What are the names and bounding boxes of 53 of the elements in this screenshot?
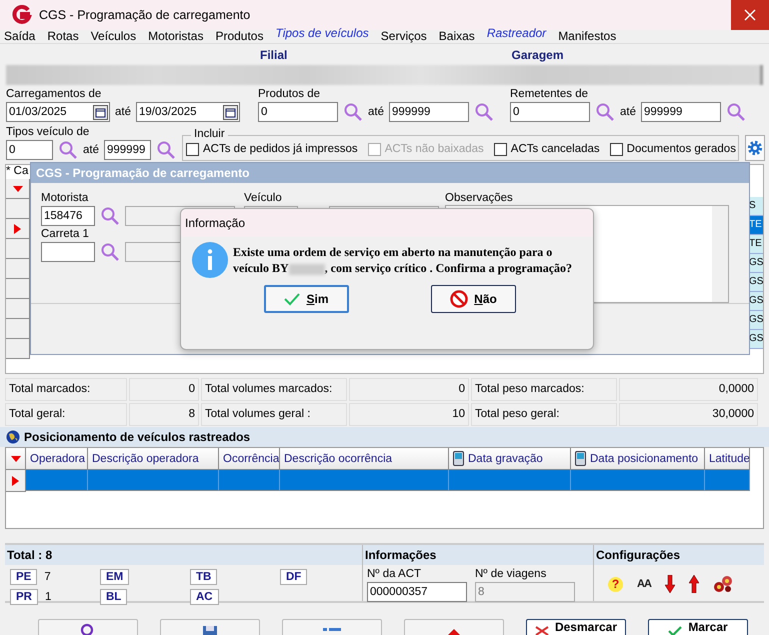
status-count: 1 (44, 591, 52, 603)
group-title: Incluir (191, 128, 228, 140)
field-label: Remetentes de (510, 87, 589, 101)
table-cell: GS (749, 254, 763, 273)
dialog-title: Informação (181, 209, 593, 237)
field-label: Nº de viagens (475, 567, 548, 581)
total-label: Total volumes marcados: (201, 378, 347, 401)
column-heading: Filial (260, 48, 288, 62)
total-value: 30,0000 (619, 403, 758, 426)
panel-title: Total : 8 (5, 545, 362, 565)
total-value: 0 (129, 378, 199, 401)
total-label: Total peso geral: (471, 403, 617, 426)
total-label: Total peso marcados: (471, 378, 617, 401)
table-cell: TE (749, 216, 763, 235)
field-label: Produtos de (258, 87, 322, 101)
field-label: Tipos veículo de (6, 125, 90, 139)
grid-note: * Ca (6, 165, 30, 179)
total-value: 10 (349, 403, 469, 426)
checkbox-label: ACTs não baixadas (384, 143, 484, 155)
checkbox-label: ACTs de pedidos já impressos (203, 143, 358, 155)
table-cell: GS (749, 330, 763, 349)
table-cell: GS (749, 292, 763, 311)
section-title: Posicionamento de veículos rastreados (24, 430, 250, 444)
table-cell: S (749, 197, 763, 216)
total-label: Total marcados: (5, 378, 127, 401)
field-label: Carreta 1 (41, 227, 90, 241)
total-label: Total volumes geral : (201, 403, 347, 426)
status-count: 7 (44, 571, 51, 583)
field-label: até (620, 106, 636, 118)
field-label: Carregamentos de (6, 87, 102, 101)
panel-title: Informações (363, 545, 593, 565)
column-heading: Garagem (512, 48, 565, 62)
field-label: até (115, 106, 131, 118)
field-label: Veículo (244, 191, 283, 205)
table-cell: TE (749, 235, 763, 254)
message-text: Existe uma ordem de serviço em aberto na manutenção para o veículo BY , com serviço crítico . Confirma a programação? (233, 244, 574, 276)
field-label: Nº da ACT (367, 567, 422, 581)
field-label: até (368, 106, 384, 118)
total-value: 0,0000 (619, 378, 758, 401)
table-cell: GS (749, 311, 763, 330)
input-field: 8 (475, 582, 575, 602)
panel-title: Configurações (594, 545, 764, 565)
total-label: Total geral: (5, 403, 127, 426)
total-value: 8 (129, 403, 199, 426)
checkbox-label: ACTs canceladas (510, 143, 600, 155)
total-value: 0 (349, 378, 469, 401)
window-title: CGS - Programação de carregamento (39, 8, 252, 22)
checkbox-label: Documentos gerados (626, 143, 736, 155)
dialog-title: CGS - Programação de carregamento (31, 163, 749, 183)
table-cell: GS (749, 273, 763, 292)
field-label: Observações (445, 191, 514, 205)
field-label: até (83, 144, 99, 156)
field-label: Motorista (41, 191, 90, 205)
